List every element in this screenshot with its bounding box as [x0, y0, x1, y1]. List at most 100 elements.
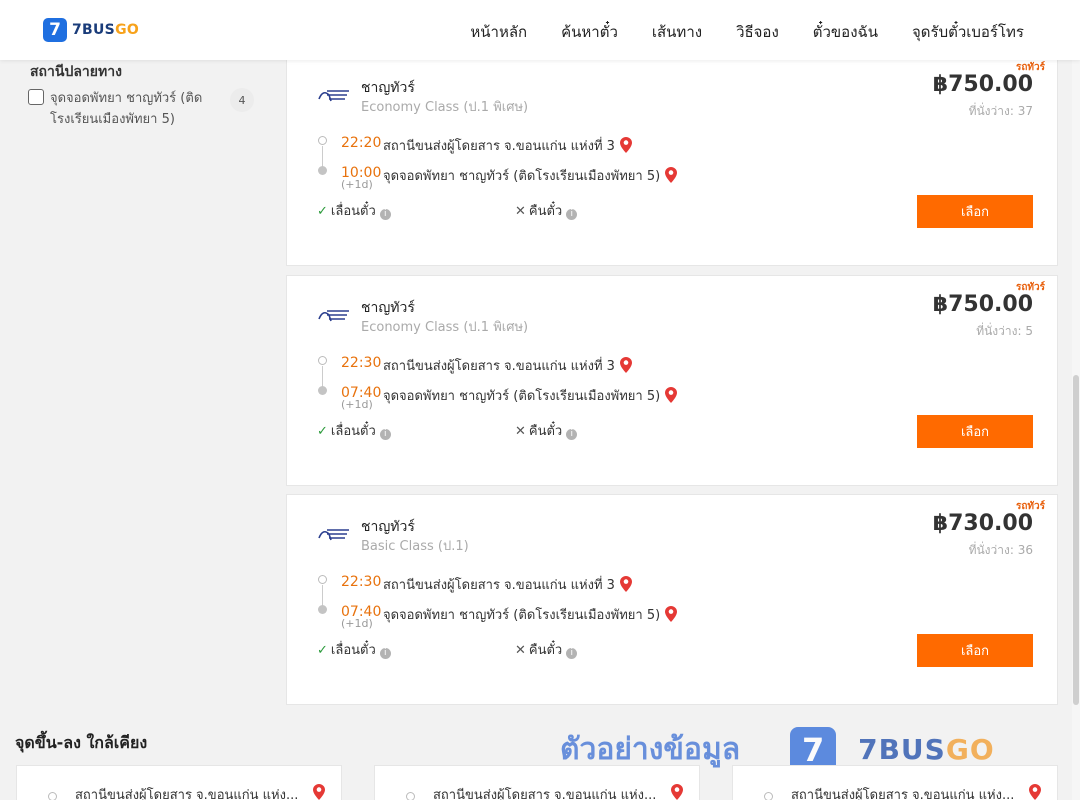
reschedule-feature: ✓ เลื่อนตั๋ว i	[317, 200, 391, 221]
info-icon[interactable]: i	[379, 209, 391, 220]
nearby-stop-card[interactable]: สถานีขนส่งผู้โดยสาร จ.ขอนแก่น แห่ง...	[732, 765, 1058, 800]
arrival-dot	[318, 166, 327, 175]
watermark-brand-suffix: GO	[945, 733, 995, 766]
arrival-dot	[318, 386, 327, 395]
nearby-stop-name: สถานีขนส่งผู้โดยสาร จ.ขอนแก่น แห่ง...	[433, 788, 657, 800]
departure-time: 22:30	[341, 574, 382, 590]
refund-label: คืนตั๋ว	[528, 643, 563, 658]
map-pin-icon[interactable]	[671, 784, 683, 800]
nav-ticket-pickup[interactable]: จุดรับตั๋วเบอร์โทร	[912, 20, 1024, 44]
seats-available: ที่นั่งว่าง: 5	[976, 324, 1033, 338]
check-icon: ✓	[317, 424, 328, 439]
bus-class: Economy Class (ป.1 พิเศษ)	[361, 320, 529, 335]
select-trip-button[interactable]: เลือก	[917, 415, 1033, 448]
next-day-indicator: (+1d)	[341, 617, 373, 630]
filter-option-label[interactable]: จุดจอดพัทยา ชาญทัวร์ (ติดโรงเรียนเมืองพั…	[50, 88, 220, 130]
reschedule-label: เลื่อนตั๋ว	[330, 204, 376, 219]
departure-time: 22:20	[341, 135, 382, 151]
arrival-station-name: จุดจอดพัทยา ชาญทัวร์ (ติดโรงเรียนเมืองพั…	[383, 608, 661, 623]
scrollbar-thumb[interactable]	[1073, 375, 1079, 705]
refund-label: คืนตั๋ว	[528, 424, 563, 439]
nearby-stop-name: สถานีขนส่งผู้โดยสาร จ.ขอนแก่น แห่ง...	[75, 788, 299, 800]
next-day-indicator: (+1d)	[341, 178, 373, 191]
filter-checkbox[interactable]	[28, 89, 44, 105]
nearby-stops-title: จุดขึ้น-ลง ใกล้เคียง	[15, 733, 148, 752]
nav-home[interactable]: หน้าหลัก	[470, 20, 527, 44]
nearby-stop-name: สถานีขนส่งผู้โดยสาร จ.ขอนแก่น แห่ง...	[791, 788, 1015, 800]
ticket-price: ฿750.00	[932, 292, 1033, 317]
refund-feature: ✕ คืนตั๋ว i	[515, 639, 578, 660]
select-trip-button[interactable]: เลือก	[917, 195, 1033, 228]
map-pin-icon[interactable]	[665, 167, 678, 183]
refund-feature: ✕ คืนตั๋ว i	[515, 200, 578, 221]
map-pin-icon[interactable]	[619, 576, 632, 592]
info-icon[interactable]: i	[379, 648, 391, 659]
operator-logo-icon	[318, 310, 349, 322]
stop-dot	[48, 792, 57, 800]
map-pin-icon[interactable]	[665, 387, 678, 403]
ticket-price: ฿730.00	[932, 511, 1033, 536]
info-icon[interactable]: i	[566, 209, 578, 220]
departure-station: สถานีขนส่งผู้โดยสาร จ.ขอนแก่น แห่งที่ 3	[383, 355, 632, 376]
map-pin-icon[interactable]	[313, 784, 325, 800]
page-scrollbar[interactable]	[1072, 60, 1080, 800]
operator-logo-icon	[318, 90, 349, 102]
site-header: 7 7BUSGO หน้าหลัก ค้นหาตั๋ว เส้นทาง วิธี…	[0, 0, 1080, 60]
departure-dot	[318, 356, 327, 365]
cross-icon: ✕	[515, 424, 526, 439]
info-icon[interactable]: i	[566, 429, 578, 440]
watermark-brand: 7BUSGO	[858, 733, 995, 766]
departure-station-name: สถานีขนส่งผู้โดยสาร จ.ขอนแก่น แห่งที่ 3	[383, 359, 615, 374]
nav-search-tickets[interactable]: ค้นหาตั๋ว	[561, 20, 618, 44]
watermark-brand-prefix: 7BUS	[858, 733, 946, 766]
nav-my-tickets[interactable]: ตั๋วของฉัน	[813, 20, 878, 44]
departure-station-name: สถานีขนส่งผู้โดยสาร จ.ขอนแก่น แห่งที่ 3	[383, 578, 615, 593]
info-icon[interactable]: i	[566, 648, 578, 659]
cross-icon: ✕	[515, 643, 526, 658]
departure-dot	[318, 575, 327, 584]
logo-suffix: GO	[115, 22, 140, 38]
reschedule-feature: ✓ เลื่อนตั๋ว i	[317, 639, 391, 660]
logo-mark-icon: 7	[43, 18, 67, 42]
bus-class: Economy Class (ป.1 พิเศษ)	[361, 100, 529, 115]
logo-prefix: 7BUS	[72, 22, 116, 38]
ticket-price: ฿750.00	[932, 72, 1033, 97]
filter-option-count: 4	[230, 88, 254, 112]
map-pin-icon[interactable]	[1029, 784, 1041, 800]
reschedule-feature: ✓ เลื่อนตั๋ว i	[317, 420, 391, 441]
reschedule-label: เลื่อนตั๋ว	[330, 424, 376, 439]
departure-station: สถานีขนส่งผู้โดยสาร จ.ขอนแก่น แห่งที่ 3	[383, 135, 632, 156]
trip-card: รถทัวร์ ชาญทัวร์ Basic Class (ป.1) ฿730.…	[286, 494, 1058, 705]
arrival-station: จุดจอดพัทยา ชาญทัวร์ (ติดโรงเรียนเมืองพั…	[383, 604, 678, 625]
site-logo[interactable]: 7 7BUSGO	[43, 18, 139, 42]
main-nav: หน้าหลัก ค้นหาตั๋ว เส้นทาง วิธีจอง ตั๋วข…	[436, 20, 1024, 44]
nav-how-to-book[interactable]: วิธีจอง	[736, 20, 779, 44]
arrival-station-name: จุดจอดพัทยา ชาญทัวร์ (ติดโรงเรียนเมืองพั…	[383, 389, 661, 404]
next-day-indicator: (+1d)	[341, 398, 373, 411]
departure-station: สถานีขนส่งผู้โดยสาร จ.ขอนแก่น แห่งที่ 3	[383, 574, 632, 595]
departure-time: 22:30	[341, 355, 382, 371]
bus-class: Basic Class (ป.1)	[361, 539, 469, 554]
check-icon: ✓	[317, 643, 328, 658]
arrival-station: จุดจอดพัทยา ชาญทัวร์ (ติดโรงเรียนเมืองพั…	[383, 385, 678, 406]
refund-feature: ✕ คืนตั๋ว i	[515, 420, 578, 441]
arrival-dot	[318, 605, 327, 614]
nearby-stop-card[interactable]: สถานีขนส่งผู้โดยสาร จ.ขอนแก่น แห่ง...	[16, 765, 342, 800]
check-icon: ✓	[317, 204, 328, 219]
select-trip-button[interactable]: เลือก	[917, 634, 1033, 667]
stop-dot	[764, 792, 773, 800]
reschedule-label: เลื่อนตั๋ว	[330, 643, 376, 658]
map-pin-icon[interactable]	[619, 357, 632, 373]
arrival-station-name: จุดจอดพัทยา ชาญทัวร์ (ติดโรงเรียนเมืองพั…	[383, 169, 661, 184]
nearby-stop-card[interactable]: สถานีขนส่งผู้โดยสาร จ.ขอนแก่น แห่ง...	[374, 765, 700, 800]
departure-dot	[318, 136, 327, 145]
filter-title: สถานีปลายทาง	[30, 64, 122, 80]
operator-logo-icon	[318, 529, 349, 541]
info-icon[interactable]: i	[379, 429, 391, 440]
map-pin-icon[interactable]	[619, 137, 632, 153]
arrival-station: จุดจอดพัทยา ชาญทัวร์ (ติดโรงเรียนเมืองพั…	[383, 165, 678, 186]
nav-routes[interactable]: เส้นทาง	[652, 20, 702, 44]
cross-icon: ✕	[515, 204, 526, 219]
map-pin-icon[interactable]	[665, 606, 678, 622]
trip-card: รถทัวร์ ชาญทัวร์ Economy Class (ป.1 พิเศ…	[286, 55, 1058, 266]
